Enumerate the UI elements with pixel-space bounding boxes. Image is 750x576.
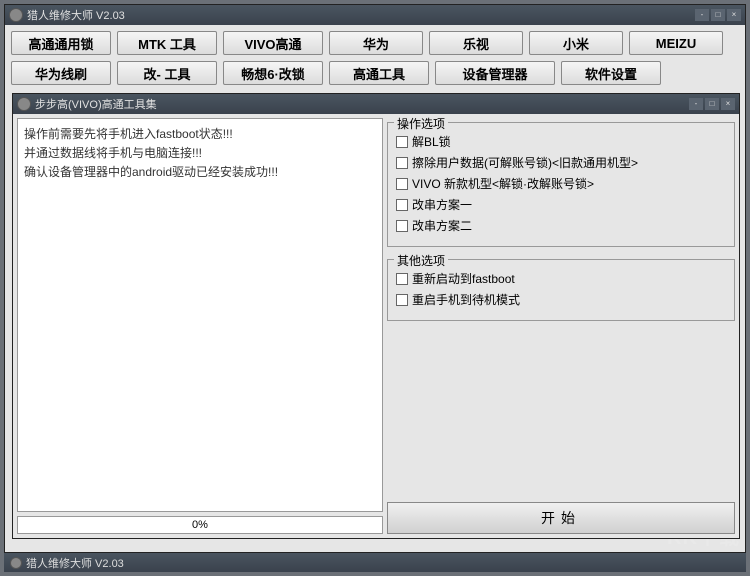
sub-maximize-button[interactable]: □: [705, 98, 719, 110]
close-button[interactable]: ×: [727, 9, 741, 21]
main-title: 猎人维修大师 V2.03: [27, 7, 695, 23]
log-output: 操作前需要先将手机进入fastboot状态!!! 并通过数据线将手机与电脑连接!…: [17, 118, 383, 512]
right-panel: 操作选项 解BL锁 擦除用户数据(可解账号锁)<旧款通用机型> VIVO 新款机…: [387, 118, 735, 534]
btn-xiaomi[interactable]: 小米: [529, 31, 623, 55]
option-reboot-fastboot[interactable]: 重新启动到fastboot: [396, 270, 726, 287]
btn-huawei[interactable]: 华为: [329, 31, 423, 55]
operation-options-group: 操作选项 解BL锁 擦除用户数据(可解账号锁)<旧款通用机型> VIVO 新款机…: [387, 122, 735, 247]
sub-title: 步步高(VIVO)高通工具集: [35, 96, 689, 112]
spacer: [387, 325, 735, 498]
group-title: 其他选项: [394, 252, 448, 269]
checkbox-icon: [396, 199, 408, 211]
group-title: 操作选项: [394, 115, 448, 132]
option-reboot-standby[interactable]: 重启手机到待机模式: [396, 291, 726, 308]
btn-meizu[interactable]: MEIZU: [629, 31, 723, 55]
sub-content: 操作前需要先将手机进入fastboot状态!!! 并通过数据线将手机与电脑连接!…: [13, 114, 739, 538]
statusbar: 猎人维修大师 V2.03: [4, 553, 746, 572]
main-titlebar: 猎人维修大师 V2.03 - □ ×: [5, 5, 745, 25]
btn-software-settings[interactable]: 软件设置: [561, 61, 661, 85]
sub-minimize-button[interactable]: -: [689, 98, 703, 110]
minimize-button[interactable]: -: [695, 9, 709, 21]
option-erase-userdata[interactable]: 擦除用户数据(可解账号锁)<旧款通用机型>: [396, 154, 726, 171]
checkbox-icon: [396, 294, 408, 306]
option-imei-plan2[interactable]: 改串方案二: [396, 217, 726, 234]
progress-text: 0%: [192, 519, 208, 531]
option-unlock-bl[interactable]: 解BL锁: [396, 133, 726, 150]
maximize-button[interactable]: □: [711, 9, 725, 21]
checkbox-icon: [396, 157, 408, 169]
log-line: 确认设备管理器中的android驱动已经安装成功!!!: [24, 163, 376, 182]
btn-mtk-tools[interactable]: MTK 工具: [117, 31, 217, 55]
btn-qualcomm-lock[interactable]: 高通通用锁: [11, 31, 111, 55]
btn-changxiang-lock[interactable]: 畅想6·改锁: [223, 61, 323, 85]
option-vivo-new-unlock[interactable]: VIVO 新款机型<解锁·改解账号锁>: [396, 175, 726, 192]
option-imei-plan1[interactable]: 改串方案一: [396, 196, 726, 213]
checkbox-icon: [396, 273, 408, 285]
checkbox-icon: [396, 136, 408, 148]
app-icon: [9, 8, 23, 22]
btn-modify-tools[interactable]: 改- 工具: [117, 61, 217, 85]
checkbox-icon: [396, 220, 408, 232]
toolbar-row-2: 华为线刷 改- 工具 畅想6·改锁 高通工具 设备管理器 软件设置: [11, 61, 739, 85]
statusbar-text: 猎人维修大师 V2.03: [26, 555, 124, 571]
vivo-tool-window: 步步高(VIVO)高通工具集 - □ × 操作前需要先将手机进入fastboot…: [12, 93, 740, 539]
sub-titlebar: 步步高(VIVO)高通工具集 - □ ×: [13, 94, 739, 114]
statusbar-icon: [10, 557, 22, 569]
btn-huawei-flash[interactable]: 华为线刷: [11, 61, 111, 85]
sub-app-icon: [17, 97, 31, 111]
toolbar-row-1: 高通通用锁 MTK 工具 VIVO高通 华为 乐视 小米 MEIZU: [11, 31, 739, 55]
btn-leshi[interactable]: 乐视: [429, 31, 523, 55]
other-options-group: 其他选项 重新启动到fastboot 重启手机到待机模式: [387, 259, 735, 321]
left-panel: 操作前需要先将手机进入fastboot状态!!! 并通过数据线将手机与电脑连接!…: [17, 118, 383, 534]
log-line: 操作前需要先将手机进入fastboot状态!!!: [24, 125, 376, 144]
log-line: 并通过数据线将手机与电脑连接!!!: [24, 144, 376, 163]
main-window-controls: - □ ×: [695, 9, 741, 21]
progress-bar: 0%: [17, 516, 383, 534]
sub-close-button[interactable]: ×: [721, 98, 735, 110]
checkbox-icon: [396, 178, 408, 190]
btn-device-manager[interactable]: 设备管理器: [435, 61, 555, 85]
btn-vivo-qualcomm[interactable]: VIVO高通: [223, 31, 323, 55]
btn-qualcomm-tools[interactable]: 高通工具: [329, 61, 429, 85]
sub-window-controls: - □ ×: [689, 98, 735, 110]
start-button[interactable]: 开始: [387, 502, 735, 534]
